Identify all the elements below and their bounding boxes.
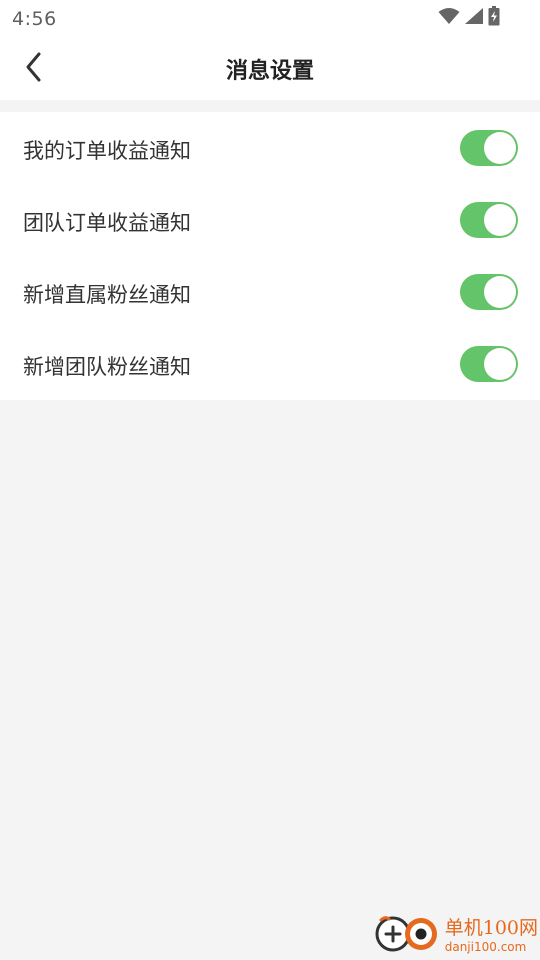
new-team-fans-toggle[interactable]: [460, 346, 518, 382]
battery-charging-icon: [488, 6, 500, 30]
setting-row-new-direct-fans: 新增直属粉丝通知: [0, 256, 540, 328]
setting-row-my-order-earnings: 我的订单收益通知: [0, 112, 540, 184]
page-title: 消息设置: [225, 59, 314, 84]
watermark-logo-icon: [375, 914, 439, 958]
status-time: 4:56: [12, 8, 57, 30]
new-direct-fans-toggle[interactable]: [460, 274, 518, 310]
status-icons: [438, 6, 500, 30]
toggle-knob: [484, 204, 516, 236]
watermark-url: danji100.com: [444, 940, 527, 954]
toggle-knob: [484, 132, 516, 164]
nav-bar: 消息设置: [0, 38, 540, 100]
my-order-earnings-toggle[interactable]: [460, 130, 518, 166]
setting-row-team-order-earnings: 团队订单收益通知: [0, 184, 540, 256]
watermark: 单机100网 danji100.com: [375, 914, 538, 958]
setting-row-new-team-fans: 新增团队粉丝通知: [0, 328, 540, 400]
toggle-knob: [484, 276, 516, 308]
wifi-icon: [438, 7, 460, 29]
setting-label: 团队订单收益通知: [23, 211, 191, 235]
team-order-earnings-toggle[interactable]: [460, 202, 518, 238]
watermark-text: 单机100网 danji100.com: [444, 917, 538, 954]
watermark-name: 单机100网: [444, 917, 538, 939]
status-bar: 4:56: [0, 0, 540, 38]
setting-label: 新增直属粉丝通知: [23, 283, 191, 307]
settings-list: 我的订单收益通知 团队订单收益通知 新增直属粉丝通知 新增团队粉丝通知: [0, 112, 540, 400]
cellular-signal-icon: [464, 7, 484, 29]
setting-label: 新增团队粉丝通知: [23, 355, 191, 379]
setting-label: 我的订单收益通知: [23, 139, 191, 163]
toggle-knob: [484, 348, 516, 380]
